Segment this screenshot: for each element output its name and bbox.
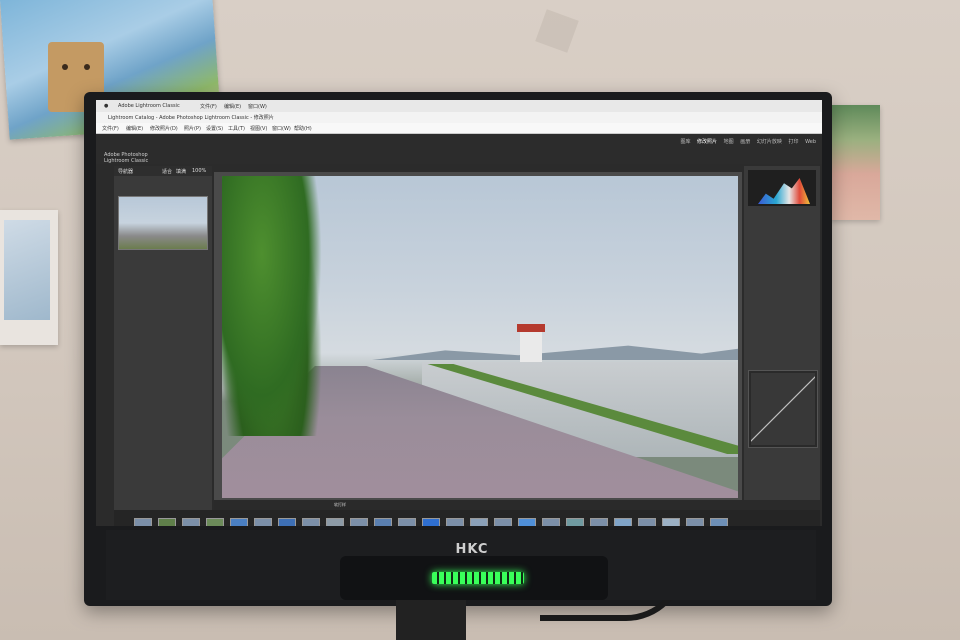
photo-watchtower <box>517 324 545 362</box>
apple-icon[interactable]: ● <box>104 103 108 109</box>
monitor-stand <box>396 600 466 640</box>
film-thumb[interactable] <box>518 518 536 526</box>
module-slideshow[interactable]: 幻灯片放映 <box>757 139 782 145</box>
navigator-title: 导航器 <box>118 169 134 175</box>
film-thumb[interactable] <box>710 518 728 526</box>
module-print[interactable]: 打印 <box>788 139 798 145</box>
sys-menu-window[interactable]: 窗口(W) <box>248 103 267 110</box>
film-thumb[interactable] <box>446 518 464 526</box>
zoom-100[interactable]: 100% <box>192 168 206 174</box>
menu-settings[interactable]: 设置(S) <box>206 125 223 132</box>
wall-photo-left <box>0 210 58 345</box>
system-menubar: ● Adobe Lightroom Classic 文件(F) 编辑(E) 窗口… <box>96 100 822 112</box>
screen: ● Adobe Lightroom Classic 文件(F) 编辑(E) 窗口… <box>96 100 822 526</box>
menu-develop[interactable]: 修改照片(D) <box>150 125 178 132</box>
film-thumb[interactable] <box>494 518 512 526</box>
module-develop[interactable]: 修改照片 <box>697 139 717 145</box>
sys-menu-edit[interactable]: 编辑(E) <box>224 103 241 110</box>
develop-toolbar: 软打样 <box>214 500 820 510</box>
app-menubar: 文件(F) 编辑(E) 修改照片(D) 照片(P) 设置(S) 工具(T) 视图… <box>96 123 822 134</box>
film-thumb[interactable] <box>542 518 560 526</box>
film-thumb[interactable] <box>686 518 704 526</box>
photo-mountains <box>372 345 738 360</box>
navigator-preview[interactable] <box>118 196 208 250</box>
film-thumb[interactable] <box>278 518 296 526</box>
menu-help[interactable]: 帮助(H) <box>294 125 312 132</box>
film-thumb[interactable] <box>470 518 488 526</box>
module-map[interactable]: 地图 <box>724 139 734 145</box>
monitor-brand-logo: HKC <box>455 542 489 557</box>
menu-tools[interactable]: 工具(T) <box>228 125 245 132</box>
photo-trees <box>222 176 322 436</box>
film-thumb[interactable] <box>398 518 416 526</box>
film-thumb[interactable] <box>590 518 608 526</box>
film-thumb[interactable] <box>182 518 200 526</box>
menu-photo[interactable]: 照片(P) <box>184 125 201 132</box>
film-thumb[interactable] <box>302 518 320 526</box>
film-thumb[interactable] <box>614 518 632 526</box>
film-thumb[interactable] <box>206 518 224 526</box>
navigator-header: 导航器 适合 填满 100% <box>114 166 212 176</box>
film-thumb[interactable] <box>422 518 440 526</box>
film-thumb[interactable] <box>662 518 680 526</box>
module-book[interactable]: 画册 <box>740 139 750 145</box>
module-web[interactable]: Web <box>805 139 816 145</box>
film-thumb[interactable] <box>158 518 176 526</box>
zoom-fill[interactable]: 填满 <box>176 168 186 175</box>
sys-menu-file[interactable]: 文件(F) <box>200 103 217 110</box>
zoom-fit[interactable]: 适合 <box>162 168 172 175</box>
soft-proof-label[interactable]: 软打样 <box>334 502 346 508</box>
film-thumb[interactable] <box>326 518 344 526</box>
window-title: Lightroom Catalog - Adobe Photoshop Ligh… <box>108 115 274 121</box>
film-thumb[interactable] <box>638 518 656 526</box>
module-picker: 图库 修改照片 地图 画册 幻灯片放映 打印 Web <box>675 138 816 145</box>
module-library[interactable]: 图库 <box>680 139 690 145</box>
wall-tape <box>535 9 579 53</box>
film-thumb[interactable] <box>134 518 152 526</box>
main-photo[interactable] <box>222 176 738 498</box>
right-panel <box>744 166 820 524</box>
film-thumb[interactable] <box>350 518 368 526</box>
led-strip <box>432 572 524 584</box>
menu-view[interactable]: 视图(V) <box>250 125 267 132</box>
menu-file[interactable]: 文件(F) <box>102 125 119 132</box>
window-titlebar: Lightroom Catalog - Adobe Photoshop Ligh… <box>96 112 822 123</box>
menu-edit[interactable]: 编辑(E) <box>126 125 143 132</box>
tone-curve[interactable] <box>748 370 818 448</box>
film-thumb[interactable] <box>230 518 248 526</box>
sys-menu-app[interactable]: Adobe Lightroom Classic <box>118 103 180 109</box>
wall-photo-right <box>830 105 880 220</box>
lightroom-logo: Adobe Photoshop Lightroom Classic <box>104 152 149 164</box>
menu-window[interactable]: 窗口(W) <box>272 125 291 132</box>
film-thumb[interactable] <box>254 518 272 526</box>
filmstrip <box>114 510 820 526</box>
film-thumb[interactable] <box>566 518 584 526</box>
histogram[interactable] <box>748 170 816 206</box>
monitor-light-bar <box>340 556 608 600</box>
film-thumb[interactable] <box>374 518 392 526</box>
